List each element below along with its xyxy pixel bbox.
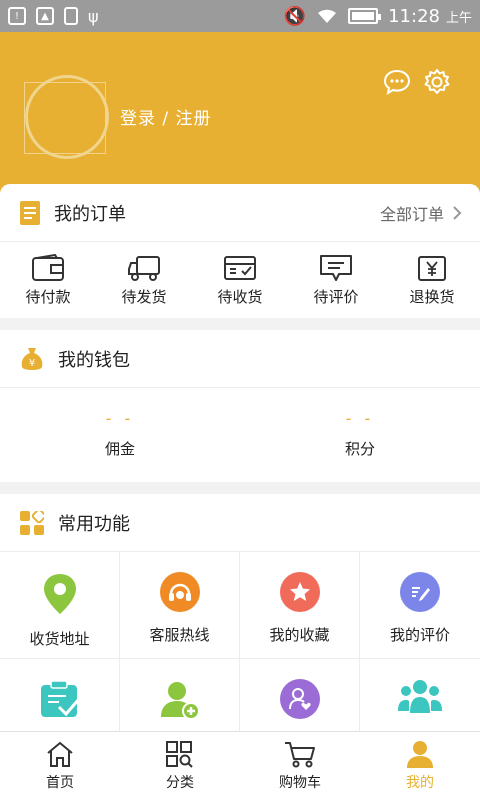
order-item-label: 待评价 bbox=[313, 287, 359, 306]
order-item-label: 待付款 bbox=[25, 287, 71, 306]
commission-value: - - bbox=[105, 409, 135, 428]
commission-item[interactable]: - - 佣金 bbox=[0, 388, 240, 480]
clipboard-check-icon bbox=[40, 680, 80, 717]
headset-icon bbox=[159, 572, 200, 612]
grid-apps-icon bbox=[20, 510, 44, 535]
bottom-nav: 首页 分类 购物车 我的 bbox=[0, 731, 480, 800]
feature-label: 我的评价 bbox=[389, 626, 450, 644]
login-register-link[interactable]: 登录 / 注册 bbox=[120, 104, 212, 129]
money-bag-icon: ¥ bbox=[21, 347, 43, 370]
team-icon bbox=[398, 680, 442, 713]
feature-label: 收货地址 bbox=[29, 630, 90, 648]
user-heart-icon bbox=[279, 679, 320, 719]
avatar[interactable] bbox=[25, 75, 109, 159]
settings-gear-icon[interactable] bbox=[423, 68, 451, 96]
svg-text:¥: ¥ bbox=[29, 358, 35, 369]
points-value: - - bbox=[345, 409, 375, 428]
features-header: 常用功能 bbox=[0, 494, 480, 552]
nav-home[interactable]: 首页 bbox=[0, 732, 120, 800]
order-pending-shipment[interactable]: 待发货 bbox=[96, 242, 192, 318]
features-card: 常用功能 收货地址 客服热线 我的收藏 我的评价 bbox=[0, 494, 480, 766]
commission-label: 佣金 bbox=[104, 440, 135, 458]
star-icon bbox=[279, 572, 320, 612]
comment-icon bbox=[320, 254, 352, 281]
wallet-title: 我的钱包 bbox=[58, 349, 130, 371]
orders-card: 我的订单 全部订单 待付款 待发货 待收货 待评价 退换货 bbox=[0, 184, 480, 318]
location-pin-icon bbox=[43, 574, 76, 614]
add-user-icon bbox=[160, 682, 200, 720]
avatar-frame[interactable] bbox=[24, 75, 109, 159]
truck-icon bbox=[128, 255, 160, 281]
profile-icon bbox=[407, 741, 433, 768]
message-icon[interactable] bbox=[383, 68, 411, 96]
order-return-exchange[interactable]: 退换货 bbox=[384, 242, 480, 318]
image-notification-icon: ▲ bbox=[36, 7, 54, 25]
sd-card-icon bbox=[64, 7, 78, 25]
nav-profile[interactable]: 我的 bbox=[360, 732, 480, 800]
orders-title: 我的订单 bbox=[54, 203, 126, 225]
feature-my-reviews[interactable]: 我的评价 bbox=[360, 552, 480, 659]
orders-header[interactable]: 我的订单 全部订单 bbox=[0, 184, 480, 242]
order-list-icon bbox=[20, 200, 40, 225]
wallet-card: ¥ 我的钱包 - - 佣金 - - 积分 bbox=[0, 330, 480, 482]
order-item-label: 待收货 bbox=[217, 287, 263, 306]
yen-return-icon bbox=[418, 255, 446, 281]
battery-icon bbox=[348, 8, 382, 24]
nav-label: 我的 bbox=[406, 775, 434, 791]
points-item[interactable]: - - 积分 bbox=[240, 388, 480, 480]
status-ampm: 上午 bbox=[445, 10, 472, 26]
points-label: 积分 bbox=[344, 440, 375, 458]
feature-label: 客服热线 bbox=[149, 626, 210, 644]
usb-icon: ψ bbox=[88, 6, 99, 26]
feature-hotline[interactable]: 客服热线 bbox=[120, 552, 240, 659]
mute-icon: 🔇 bbox=[283, 5, 307, 27]
wallet-icon bbox=[32, 253, 64, 281]
feature-label: 我的收藏 bbox=[269, 626, 330, 644]
order-pending-review[interactable]: 待评价 bbox=[288, 242, 384, 318]
wifi-icon bbox=[318, 9, 337, 23]
feature-favorites[interactable]: 我的收藏 bbox=[240, 552, 360, 659]
features-title: 常用功能 bbox=[58, 513, 130, 535]
feature-address[interactable]: 收货地址 bbox=[0, 552, 120, 659]
nav-cart[interactable]: 购物车 bbox=[240, 732, 360, 800]
nav-label: 首页 bbox=[46, 775, 74, 791]
all-orders-label: 全部订单 bbox=[379, 204, 444, 224]
order-item-label: 退换货 bbox=[409, 287, 455, 306]
edit-icon bbox=[400, 572, 440, 612]
order-item-label: 待发货 bbox=[121, 287, 167, 306]
order-pending-payment[interactable]: 待付款 bbox=[0, 242, 96, 318]
received-box-icon bbox=[224, 255, 256, 280]
wallet-header: ¥ 我的钱包 bbox=[0, 330, 480, 388]
nav-category[interactable]: 分类 bbox=[120, 732, 240, 800]
chevron-right-icon bbox=[453, 205, 462, 220]
status-time: 11:28 bbox=[388, 5, 440, 27]
nav-label: 分类 bbox=[166, 775, 194, 791]
order-pending-receipt[interactable]: 待收货 bbox=[192, 242, 288, 318]
alert-notification-icon: ! bbox=[8, 7, 26, 25]
nav-label: 购物车 bbox=[279, 775, 321, 791]
status-bar: ! ▲ ψ 🔇 11:28 上午 bbox=[0, 0, 480, 32]
cart-icon bbox=[285, 742, 315, 768]
category-icon bbox=[166, 741, 193, 768]
home-icon bbox=[47, 741, 73, 767]
profile-header: 登录 / 注册 bbox=[0, 32, 480, 202]
all-orders-link[interactable]: 全部订单 bbox=[380, 201, 462, 225]
